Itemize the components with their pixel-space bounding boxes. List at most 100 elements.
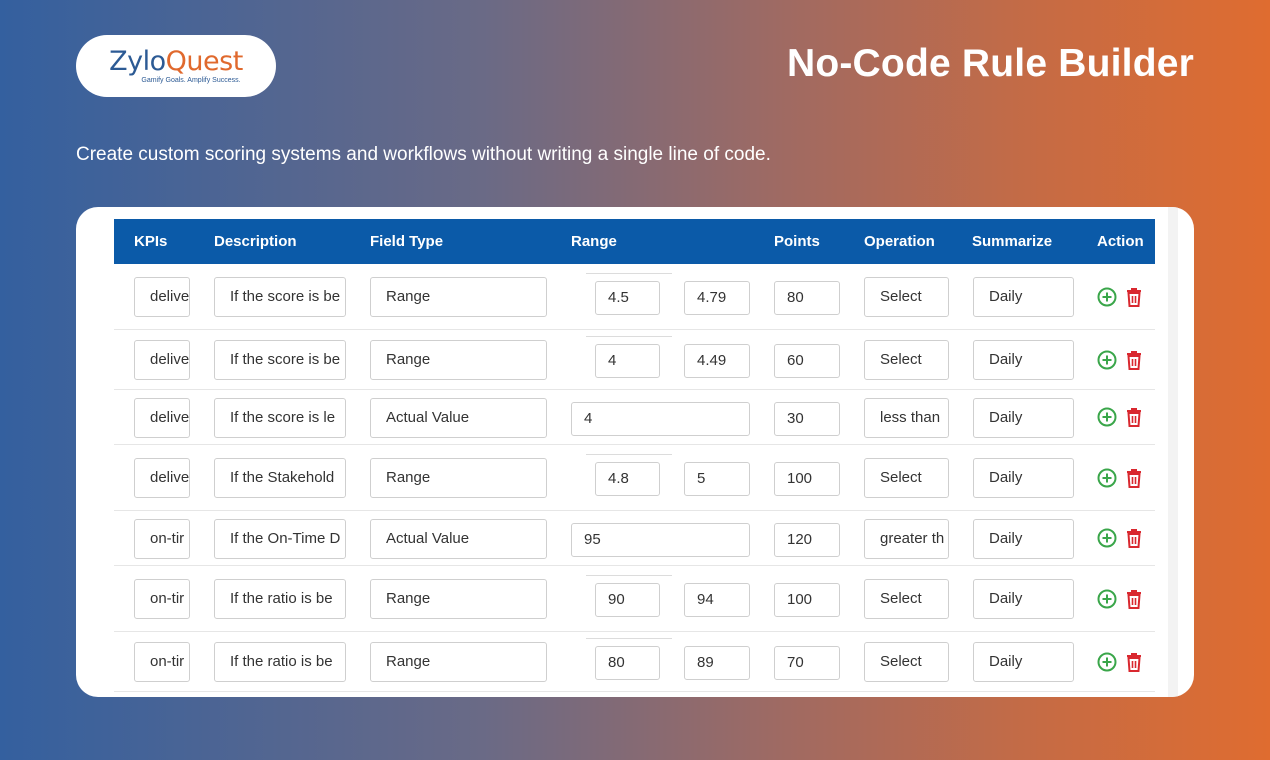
points-input[interactable]: 100 xyxy=(774,583,840,617)
description-field[interactable]: If the score is be xyxy=(214,340,346,380)
range-min-input[interactable]: 4.8 xyxy=(595,462,660,496)
kpi-field[interactable]: on-tir xyxy=(134,642,190,682)
operation-select[interactable]: Select xyxy=(864,579,949,619)
range-divider xyxy=(586,336,672,337)
summarize-select[interactable]: Daily xyxy=(973,518,1074,559)
operation-select[interactable]: Select xyxy=(864,340,949,380)
plus-circle-icon xyxy=(1097,407,1117,427)
delete-row-button[interactable] xyxy=(1124,407,1144,427)
trash-icon xyxy=(1127,287,1141,307)
summarize-select[interactable]: Daily xyxy=(973,397,1074,438)
delete-row-button[interactable] xyxy=(1124,468,1144,488)
kpi-field[interactable]: delive xyxy=(134,458,190,498)
table-row: delive If the score is be Range 4 4.49 60 Sele… xyxy=(114,330,1155,390)
field-type-select[interactable]: Actual Value xyxy=(370,518,547,559)
add-row-button[interactable] xyxy=(1097,468,1117,488)
brand-name-part1: Zylo xyxy=(109,46,166,77)
range-min-input[interactable]: 80 xyxy=(595,646,660,680)
column-header-action: Action xyxy=(1097,233,1144,250)
range-min-input[interactable]: 4 xyxy=(595,344,660,378)
description-field[interactable]: If the ratio is be xyxy=(214,642,346,682)
page-subtitle: Create custom scoring systems and workfl… xyxy=(76,144,771,165)
summarize-select[interactable]: Daily xyxy=(973,458,1074,498)
range-max-input[interactable]: 4.79 xyxy=(684,281,750,315)
trash-icon xyxy=(1127,408,1141,427)
range-divider xyxy=(586,454,672,455)
table-header: KPIs Description Field Type Range Points… xyxy=(114,219,1155,264)
table-row: delive If the score is le Actual Value 4 30 l… xyxy=(114,390,1155,445)
plus-circle-icon xyxy=(1097,350,1117,369)
add-row-button[interactable] xyxy=(1097,287,1117,307)
operation-select[interactable]: less than xyxy=(864,397,949,438)
plus-circle-icon xyxy=(1097,528,1117,548)
add-row-button[interactable] xyxy=(1097,589,1117,609)
kpi-field[interactable]: delive xyxy=(134,397,190,438)
description-field[interactable]: If the ratio is be xyxy=(214,579,346,619)
add-row-button[interactable] xyxy=(1097,407,1117,427)
brand-wordmark: ZyloQuest xyxy=(109,48,243,75)
column-header-kpis: KPIs xyxy=(134,233,168,250)
operation-select[interactable]: Select xyxy=(864,458,949,498)
range-max-input[interactable]: 89 xyxy=(684,646,750,680)
brand-logo: ZyloQuest Gamify Goals. Amplify Success. xyxy=(76,35,276,97)
trash-icon xyxy=(1127,589,1141,609)
range-min-input[interactable]: 90 xyxy=(595,583,660,617)
trash-icon xyxy=(1127,468,1141,488)
table-row: on-tir If the ratio is be Range 90 94 100 Sele… xyxy=(114,566,1155,632)
points-input[interactable]: 30 xyxy=(774,401,840,436)
table-row: delive If the score is be Range 4.5 4.79 80 Se… xyxy=(114,264,1155,330)
actual-value-input[interactable]: 4 xyxy=(571,401,750,436)
table-row: on-tir If the ratio is be Range 80 89 70 Selec… xyxy=(114,632,1155,692)
operation-select[interactable]: greater th xyxy=(864,518,949,559)
table-row: on-tir If the On-Time D Actual Value 95 120 g… xyxy=(114,511,1155,566)
kpi-field[interactable]: on-tir xyxy=(134,579,190,619)
range-divider xyxy=(586,575,672,576)
delete-row-button[interactable] xyxy=(1124,528,1144,548)
points-input[interactable]: 80 xyxy=(774,281,840,315)
field-type-select[interactable]: Range xyxy=(370,642,547,682)
brand-tagline: Gamify Goals. Amplify Success. xyxy=(141,77,241,84)
kpi-field[interactable]: on-tir xyxy=(134,518,190,559)
field-type-select[interactable]: Range xyxy=(370,458,547,498)
column-header-operation: Operation xyxy=(864,233,935,250)
points-input[interactable]: 100 xyxy=(774,462,840,496)
page-title: No-Code Rule Builder xyxy=(786,42,1194,85)
description-field[interactable]: If the score is be xyxy=(214,277,346,317)
range-max-input[interactable]: 5 xyxy=(684,462,750,496)
table-body: delive If the score is be Range 4.5 4.79 80 Se… xyxy=(114,264,1155,692)
column-header-range: Range xyxy=(571,233,617,250)
delete-row-button[interactable] xyxy=(1124,589,1144,609)
range-max-input[interactable]: 94 xyxy=(684,583,750,617)
kpi-field[interactable]: delive xyxy=(134,340,190,380)
description-field[interactable]: If the Stakehold xyxy=(214,458,346,498)
points-input[interactable]: 120 xyxy=(774,522,840,557)
summarize-select[interactable]: Daily xyxy=(973,340,1074,380)
summarize-select[interactable]: Daily xyxy=(973,642,1074,682)
delete-row-button[interactable] xyxy=(1124,287,1144,307)
plus-circle-icon xyxy=(1097,468,1117,487)
summarize-select[interactable]: Daily xyxy=(973,277,1074,317)
field-type-select[interactable]: Actual Value xyxy=(370,397,547,438)
column-header-summarize: Summarize xyxy=(972,233,1053,250)
add-row-button[interactable] xyxy=(1097,652,1117,672)
points-input[interactable]: 60 xyxy=(774,344,840,378)
field-type-select[interactable]: Range xyxy=(370,340,547,380)
delete-row-button[interactable] xyxy=(1124,350,1144,370)
actual-value-input[interactable]: 95 xyxy=(571,522,750,557)
add-row-button[interactable] xyxy=(1097,528,1117,548)
summarize-select[interactable]: Daily xyxy=(973,579,1074,619)
field-type-select[interactable]: Range xyxy=(370,579,547,619)
add-row-button[interactable] xyxy=(1097,350,1117,370)
field-type-select[interactable]: Range xyxy=(370,277,547,317)
range-min-input[interactable]: 4.5 xyxy=(595,281,660,315)
operation-select[interactable]: Select xyxy=(864,277,949,317)
column-header-description: Description xyxy=(214,233,297,250)
description-field[interactable]: If the On-Time D xyxy=(214,518,346,559)
kpi-field[interactable]: delive xyxy=(134,277,190,317)
scrollbar-track[interactable] xyxy=(1168,207,1178,697)
operation-select[interactable]: Select xyxy=(864,642,949,682)
points-input[interactable]: 70 xyxy=(774,646,840,680)
description-field[interactable]: If the score is le xyxy=(214,397,346,438)
range-max-input[interactable]: 4.49 xyxy=(684,344,750,378)
delete-row-button[interactable] xyxy=(1124,652,1144,672)
